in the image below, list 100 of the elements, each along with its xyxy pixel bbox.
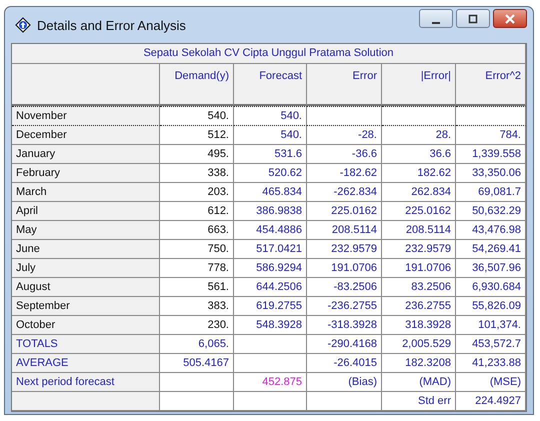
table-cell: 191.0706	[307, 259, 382, 278]
row-label: September	[12, 297, 160, 316]
table-cell: 750.	[160, 240, 234, 259]
row-label: May	[12, 221, 160, 240]
table-cell: 54,269.41	[456, 240, 526, 259]
table-cell: 465.834	[234, 183, 307, 202]
row-label: August	[12, 278, 160, 297]
table-cell: -236.2755	[307, 297, 382, 316]
row-label: November	[12, 106, 160, 126]
table-cell: -182.62	[307, 164, 382, 183]
table-cell: -262.834	[307, 183, 382, 202]
table-cell: 43,476.98	[456, 221, 526, 240]
table-cell: Std err	[382, 392, 456, 411]
row-label: October	[12, 316, 160, 335]
table-cell: 41,233.88	[456, 354, 526, 373]
table-cell: 208.5114	[382, 221, 456, 240]
table-cell: 232.9579	[382, 240, 456, 259]
table-cell: 232.9579	[307, 240, 382, 259]
table-cell: 612.	[160, 202, 234, 221]
table-cell: -28.	[307, 126, 382, 145]
table-cell: 36,507.96	[456, 259, 526, 278]
table-cell: 101,374.	[456, 316, 526, 335]
row-label: April	[12, 202, 160, 221]
table-cell: 386.9838	[234, 202, 307, 221]
row-label: December	[12, 126, 160, 145]
column-header: Error	[307, 64, 382, 106]
row-label: January	[12, 145, 160, 164]
table-cell: 28.	[382, 126, 456, 145]
table-cell: 36.6	[382, 145, 456, 164]
table-cell: 453,572.7	[456, 335, 526, 354]
table-cell: 561.	[160, 278, 234, 297]
table-cell: 540.	[160, 106, 234, 126]
column-header: Error^2	[456, 64, 526, 106]
table-cell: 33,350.06	[456, 164, 526, 183]
table-cell: 454.4886	[234, 221, 307, 240]
table-cell: 1,339.558	[456, 145, 526, 164]
table-cell: 548.3928	[234, 316, 307, 335]
table-cell: 505.4167	[160, 354, 234, 373]
table-cell: 50,632.29	[456, 202, 526, 221]
row-label: June	[12, 240, 160, 259]
table-cell: 517.0421	[234, 240, 307, 259]
window-title: Details and Error Analysis	[37, 18, 187, 32]
table-cell: 224.4927	[456, 392, 526, 411]
row-label: AVERAGE	[12, 354, 160, 373]
close-icon	[504, 14, 516, 24]
table-cell: (MSE)	[456, 373, 526, 392]
table-cell: 182.62	[382, 164, 456, 183]
table-cell: 778.	[160, 259, 234, 278]
table-cell: 540.	[234, 126, 307, 145]
table-cell: -36.6	[307, 145, 382, 164]
table-cell: 619.2755	[234, 297, 307, 316]
row-label: February	[12, 164, 160, 183]
table-cell: 452.875	[234, 373, 307, 392]
column-header: Demand(y)	[160, 64, 234, 106]
table-cell: 512.	[160, 126, 234, 145]
table-cell: 203.	[160, 183, 234, 202]
table-cell: 520.62	[234, 164, 307, 183]
table-cell: 262.834	[382, 183, 456, 202]
table-cell: 236.2755	[382, 297, 456, 316]
table-cell: (Bias)	[307, 373, 382, 392]
row-label: March	[12, 183, 160, 202]
row-label: July	[12, 259, 160, 278]
row-label: Next period forecast	[12, 373, 160, 392]
diamond-arrow-icon	[15, 17, 31, 33]
table-cell: -318.3928	[307, 316, 382, 335]
table-cell: 191.0706	[382, 259, 456, 278]
minimize-button[interactable]	[419, 9, 453, 28]
table-cell: 225.0162	[307, 202, 382, 221]
table-cell: 55,826.09	[456, 297, 526, 316]
table-cell: 663.	[160, 221, 234, 240]
table-cell: -26.4015	[307, 354, 382, 373]
table-cell: 6,065.	[160, 335, 234, 354]
table-cell: 531.6	[234, 145, 307, 164]
table-cell: 208.5114	[307, 221, 382, 240]
table-cell: 784.	[456, 126, 526, 145]
column-header: Forecast	[234, 64, 307, 106]
table-cell: 6,930.684	[456, 278, 526, 297]
table-cell: 69,081.7	[456, 183, 526, 202]
table-cell: 2,005.529	[382, 335, 456, 354]
minimize-icon	[432, 22, 440, 24]
maximize-button[interactable]	[456, 9, 490, 28]
table-cell: 230.	[160, 316, 234, 335]
row-label: TOTALS	[12, 335, 160, 354]
close-button[interactable]	[493, 9, 527, 28]
empty-cell	[456, 106, 526, 126]
table-cell: 318.3928	[382, 316, 456, 335]
table-cell: 495.	[160, 145, 234, 164]
table-cell: 586.9294	[234, 259, 307, 278]
table-title: Sepatu Sekolah CV Cipta Unggul Pratama Solution	[12, 44, 526, 64]
table-cell: 338.	[160, 164, 234, 183]
table-cell: -290.4168	[307, 335, 382, 354]
table-cell: 644.2506	[234, 278, 307, 297]
table-cell: 540.	[234, 106, 307, 126]
maximize-icon	[467, 14, 479, 24]
column-header: |Error|	[382, 64, 456, 106]
table-cell: (MAD)	[382, 373, 456, 392]
table-cell: 83.2506	[382, 278, 456, 297]
table-cell: 225.0162	[382, 202, 456, 221]
table-cell: 383.	[160, 297, 234, 316]
table-cell: 182.3208	[382, 354, 456, 373]
